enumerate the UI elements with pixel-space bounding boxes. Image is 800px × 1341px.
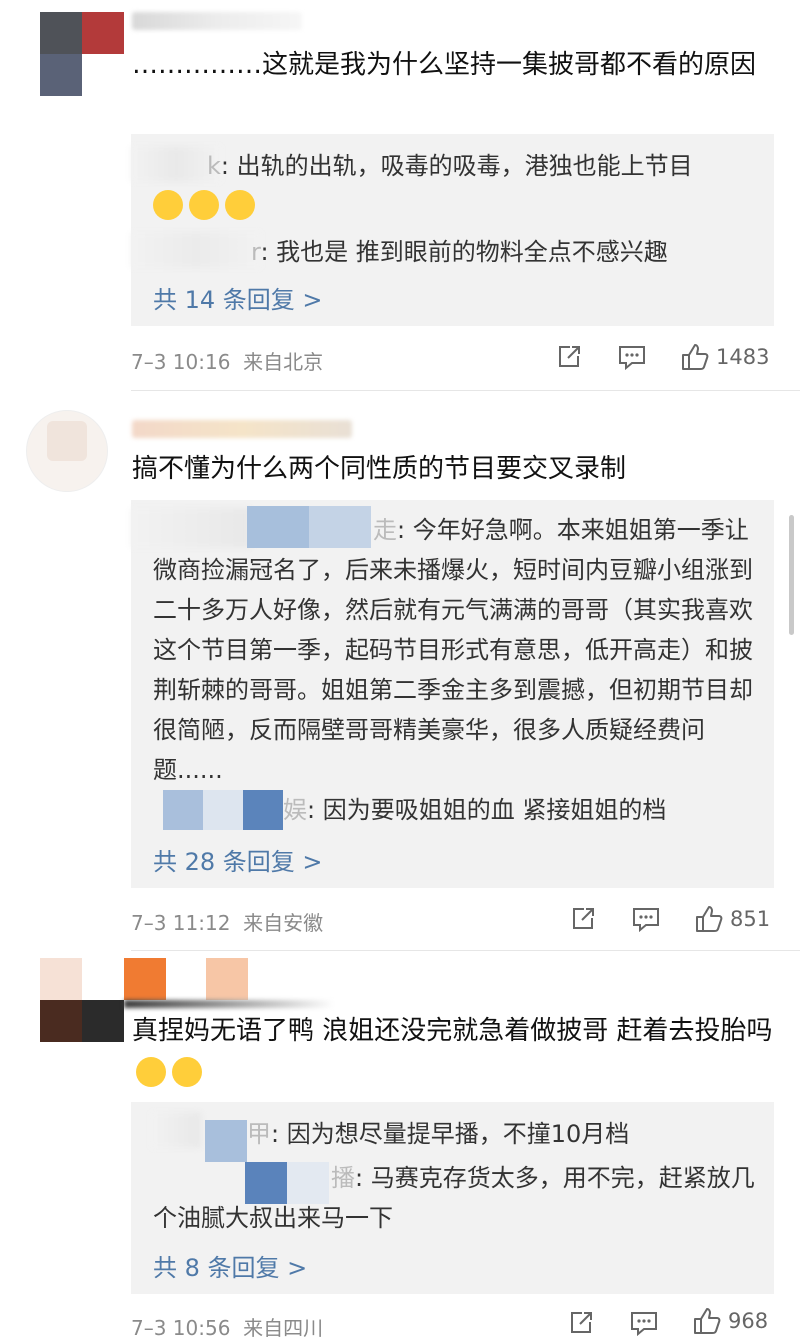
reply-text: : 马赛克存货太多，用不完，赶紧放几个油腻大叔出来马一下 (153, 1164, 755, 1232)
like-button[interactable]: 851 (694, 904, 770, 934)
crying-laughing-emoji (189, 190, 219, 220)
comment-button[interactable] (632, 906, 660, 932)
share-button[interactable] (556, 344, 582, 370)
comment-text: 搞不懂为什么两个同性质的节目要交叉录制 (132, 454, 627, 484)
reply-box[interactable]: 走: 今年好急啊。本来姐姐第一季让微商捡漏冠名了，后来未播爆火，短时间内豆瓣小组… (131, 500, 774, 888)
share-icon (571, 1312, 592, 1333)
share-button[interactable] (568, 1310, 594, 1336)
more-replies-link[interactable]: 共 14 条回复 > (153, 280, 323, 315)
comment-icon (633, 908, 659, 932)
share-icon (559, 346, 580, 367)
comment-button[interactable] (618, 344, 646, 370)
comment-time: 7–3 10:16 (131, 350, 231, 374)
like-icon (694, 1308, 721, 1334)
share-button[interactable] (570, 906, 596, 932)
username-blurred[interactable] (132, 420, 352, 438)
comment-text: 真捏妈无语了鸭 浪姐还没完就急着做披哥 赶着去投胎吗 (132, 1010, 782, 1094)
more-replies-link[interactable]: 共 28 条回复 > (153, 842, 323, 877)
reply-text: : 因为要吸姐姐的血 紧接姐姐的档 (307, 796, 667, 824)
comment-icon (619, 346, 645, 370)
like-count: 1483 (716, 345, 770, 369)
smiling-emoji (136, 1057, 166, 1087)
avatar[interactable] (40, 12, 124, 96)
comment-text: ……………这就是我为什么坚持一集披哥都不看的原因 (132, 50, 757, 80)
username-mosaic (206, 958, 248, 1000)
share-icon (573, 908, 594, 929)
comment-text-content: 真捏妈无语了鸭 浪姐还没完就急着做披哥 赶着去投胎吗 (132, 1016, 773, 1046)
reply-name-tail[interactable]: 播 (331, 1164, 355, 1192)
like-icon (682, 344, 709, 370)
like-icon (696, 906, 723, 932)
comment-location: 来自北京 (243, 350, 324, 374)
reply-box[interactable]: k: 出轨的出轨，吸毒的吸毒，港独也能上节目 r: 我也是 推到眼前的物料全点不… (131, 134, 774, 326)
divider (131, 390, 800, 391)
crying-laughing-emoji (225, 190, 255, 220)
comment-meta: 7–3 11:12 来自安徽 (131, 907, 323, 936)
username-blurred[interactable] (132, 12, 302, 30)
comment-icon (631, 1312, 657, 1336)
avatar[interactable] (40, 958, 124, 1042)
reply-name-tail[interactable]: 娱 (283, 796, 307, 824)
reply-name-tail[interactable]: 走 (373, 516, 397, 544)
comment-time: 7–3 11:12 (131, 911, 231, 935)
username-mosaic[interactable] (124, 958, 166, 1000)
comment-time: 7–3 10:56 (131, 1316, 231, 1340)
avatar[interactable] (26, 410, 108, 492)
like-button[interactable]: 1483 (680, 342, 769, 372)
divider (131, 950, 800, 951)
reply-text: : 出轨的出轨，吸毒的吸毒，港独也能上节目 (220, 152, 693, 180)
crying-laughing-emoji (153, 190, 183, 220)
reply-text: : 因为想尽量提早播，不撞10月档 (271, 1120, 630, 1148)
like-count: 968 (728, 1309, 769, 1333)
comment-button[interactable] (630, 1310, 658, 1336)
reply-name-tail[interactable]: 甲 (247, 1120, 271, 1148)
reply-name-tail[interactable]: k (207, 152, 221, 180)
emoji-row (153, 190, 261, 220)
comment-meta: 7–3 10:16 来自北京 (131, 346, 323, 375)
scrollbar[interactable] (789, 515, 794, 635)
reply-text: : 我也是 推到眼前的物料全点不感兴趣 (260, 238, 668, 266)
comment-location: 来自四川 (243, 1316, 324, 1340)
reply-box[interactable]: 甲: 因为想尽量提早播，不撞10月档 播: 马赛克存货太多，用不完，赶紧放几个油… (131, 1102, 774, 1294)
comment-location: 来自安徽 (243, 911, 324, 935)
more-replies-link[interactable]: 共 8 条回复 > (153, 1248, 307, 1283)
comment-meta: 7–3 10:56 来自四川 (131, 1312, 323, 1341)
smiling-emoji (172, 1057, 202, 1087)
reply-text: : 今年好急啊。本来姐姐第一季让微商捡漏冠名了，后来未播爆火，短时间内豆瓣小组涨… (153, 516, 753, 784)
like-count: 851 (730, 907, 771, 931)
like-button[interactable]: 968 (692, 1306, 768, 1336)
